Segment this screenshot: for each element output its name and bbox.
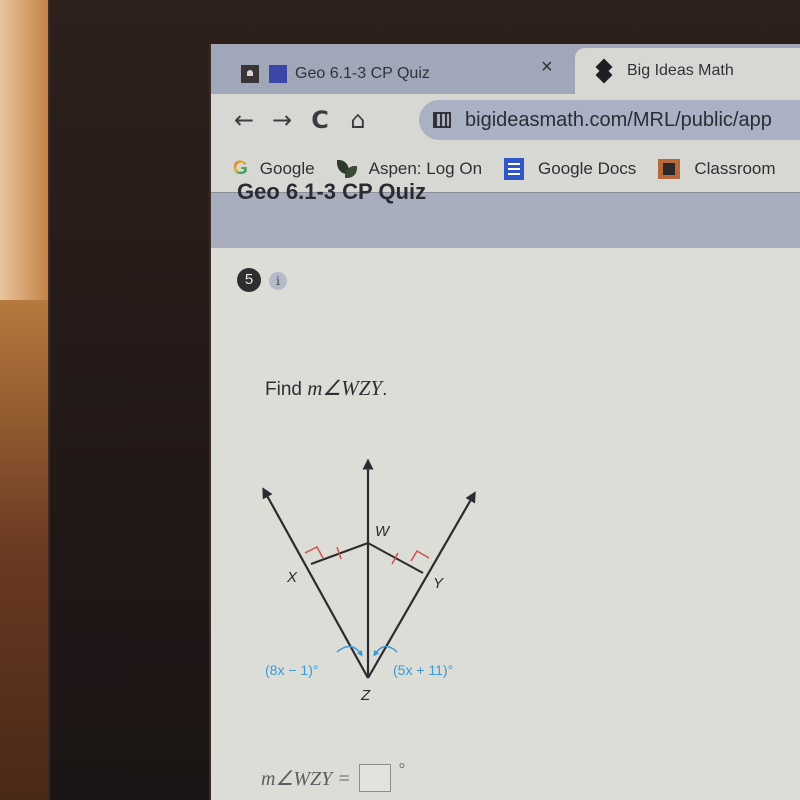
- angle-bisector-diagram: W X Y Z (8x − 1)° (5x + 11)°: [262, 458, 476, 704]
- label-w: W: [375, 523, 391, 540]
- aspen-leaf-icon: [336, 160, 357, 178]
- page-title: Geo 6.1-3 CP Quiz: [237, 179, 427, 204]
- label-z: Z: [360, 687, 371, 704]
- right-angle-mark-x: [304, 546, 324, 559]
- page-header: Geo 6.1-3 CP Quiz: [211, 179, 800, 248]
- back-arrow-icon[interactable]: ←: [225, 106, 263, 134]
- label-y: Y: [433, 575, 444, 592]
- bookmark-google-docs[interactable]: Google Docs: [504, 158, 636, 180]
- bookmark-label: Google: [259, 159, 315, 178]
- address-bar[interactable]: bigideasmath.com/MRL/public/app: [419, 100, 800, 140]
- info-icon[interactable]: i: [269, 272, 287, 290]
- bookmark-aspen[interactable]: Aspen: Log On: [336, 159, 483, 179]
- bookmark-classroom[interactable]: Classroom: [658, 159, 776, 179]
- ray-zx: [262, 487, 369, 679]
- degree-symbol: °: [398, 761, 406, 778]
- close-tab-icon[interactable]: ×: [541, 56, 553, 79]
- angle-label-right: (5x + 11)°: [393, 662, 453, 678]
- angle-label-left: (8x − 1)°: [265, 662, 318, 678]
- answer-row: m∠WZY = °: [261, 761, 406, 792]
- bookmark-label: Google Docs: [538, 159, 637, 178]
- prompt-period: .: [382, 379, 388, 400]
- label-x: X: [286, 569, 298, 586]
- bookmark-label: Classroom: [694, 159, 776, 178]
- bookmark-label: Aspen: Log On: [368, 159, 483, 178]
- question-number-badge: 5: [237, 268, 261, 292]
- navigation-bar: ← → C ⌂ bigideasmath.com/MRL/public/app: [211, 94, 800, 146]
- bookmark-google[interactable]: G Google: [233, 158, 315, 180]
- angle-arc-left: [336, 645, 363, 657]
- tab-label: Geo 6.1-3 CP Quiz: [295, 65, 430, 82]
- question-prompt: Find m∠WZY.: [265, 376, 387, 401]
- answer-input[interactable]: [358, 764, 391, 792]
- big-ideas-math-logo-icon: [595, 61, 613, 81]
- reload-icon[interactable]: C: [301, 106, 339, 134]
- tab-big-ideas-math[interactable]: Big Ideas Math: [575, 48, 800, 94]
- question-content: 5 i Find m∠WZY. W X Y Z (8x − 1)° (5x + …: [211, 248, 800, 800]
- prompt-math: m∠WZY: [307, 376, 383, 400]
- tab-label: Big Ideas Math: [627, 62, 734, 79]
- site-info-icon[interactable]: [433, 112, 451, 128]
- classroom-favicon-icon: [241, 65, 259, 83]
- home-icon[interactable]: ⌂: [339, 106, 377, 134]
- right-angle-mark-y: [410, 549, 430, 562]
- google-docs-icon: [504, 158, 525, 180]
- prompt-text: Find: [265, 379, 308, 400]
- google-icon: G: [233, 158, 248, 179]
- google-classroom-icon: [658, 159, 681, 179]
- answer-label: m∠WZY =: [261, 767, 351, 790]
- tab-strip: Geo 6.1-3 CP Quiz × Big Ideas Math: [211, 44, 800, 94]
- tab-geo-quiz[interactable]: Geo 6.1-3 CP Quiz ×: [211, 54, 571, 94]
- forward-arrow-icon[interactable]: →: [263, 106, 301, 134]
- blue-square-favicon-icon: [269, 65, 287, 83]
- browser-window: Geo 6.1-3 CP Quiz × Big Ideas Math ← → C…: [209, 44, 800, 800]
- background-shelf: [0, 300, 50, 800]
- url-text: bigideasmath.com/MRL/public/app: [465, 108, 772, 131]
